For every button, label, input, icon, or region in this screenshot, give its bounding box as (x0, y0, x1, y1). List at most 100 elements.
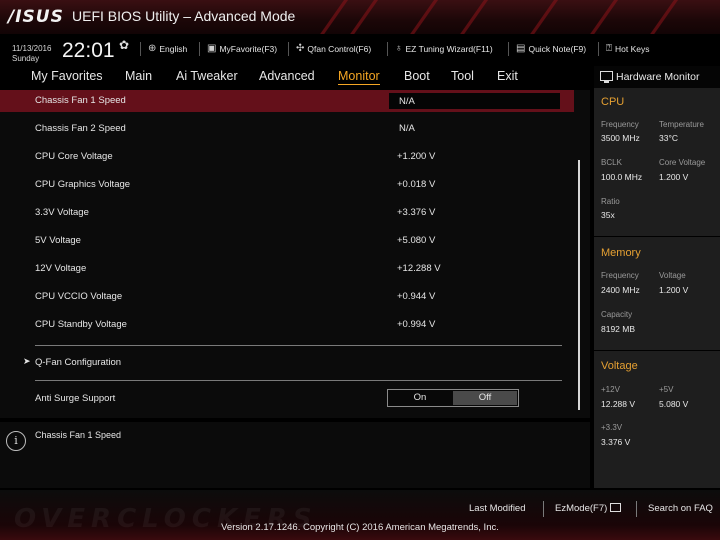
monitor-icon (600, 71, 613, 83)
language-label: English (159, 43, 188, 54)
row-value: +0.994 V (397, 319, 436, 330)
hardware-monitor-header: Hardware Monitor (594, 66, 720, 88)
hot-keys-button[interactable]: ⍰ Hot Keys (606, 43, 650, 54)
ezmode-button[interactable]: EzMode(F7) (555, 503, 622, 514)
fan-icon: ✣ (296, 43, 305, 54)
section-divider (594, 236, 720, 237)
hot-keys-label: Hot Keys (615, 43, 650, 54)
row-cpu-standby-voltage[interactable]: CPU Standby Voltage +0.994 V (0, 314, 574, 336)
hardware-monitor-title: Hardware Monitor (616, 71, 700, 83)
tab-boot[interactable]: Boot (404, 69, 430, 83)
quick-note-button[interactable]: ▤ Quick Note(F9) (516, 43, 586, 54)
decor-stripe (338, 0, 386, 34)
row-label: Chassis Fan 1 Speed (35, 95, 126, 106)
cpu-frequency-value: 3500 MHz (601, 133, 640, 143)
row-cpu-graphics-voltage[interactable]: CPU Graphics Voltage +0.018 V (0, 174, 574, 196)
row-label: CPU Core Voltage (35, 151, 113, 162)
row-cpu-vccio-voltage[interactable]: CPU VCCIO Voltage +0.944 V (0, 286, 574, 308)
row-label: CPU VCCIO Voltage (35, 291, 123, 302)
v12-value: 12.288 V (601, 399, 636, 409)
main-nav: My Favorites Main Ai Tweaker Advanced Mo… (0, 66, 592, 90)
divider (508, 42, 509, 56)
divider (140, 42, 141, 56)
decor-stripe (398, 0, 446, 34)
info-toolbar: 11/13/2016 Sunday 22:01 ✿ ⊕ English ▣ My… (0, 34, 720, 66)
v33-value: 3.376 V (601, 437, 631, 447)
row-value: +0.944 V (397, 291, 436, 302)
memory-voltage-label: Voltage (659, 271, 686, 280)
settings-panel: Chassis Fan 1 Speed N/A Chassis Fan 2 Sp… (0, 90, 590, 418)
qfan-label: Qfan Control(F6) (307, 43, 372, 54)
value-field: N/A (389, 93, 560, 109)
cpu-bclk-value: 100.0 MHz (601, 172, 643, 182)
memory-section-title: Memory (601, 247, 641, 259)
clock[interactable]: 22:01 (62, 39, 115, 63)
memory-capacity-value: 8192 MB (601, 324, 636, 334)
decor-stripe (448, 0, 496, 34)
help-panel: i Chassis Fan 1 Speed (0, 422, 590, 488)
tab-exit[interactable]: Exit (497, 69, 518, 83)
tab-monitor[interactable]: Monitor (338, 69, 380, 85)
memory-capacity-label: Capacity (601, 310, 633, 319)
row-cpu-core-voltage[interactable]: CPU Core Voltage +1.200 V (0, 146, 574, 168)
cpu-temperature-label: Temperature (659, 120, 704, 129)
tab-my-favorites[interactable]: My Favorites (31, 69, 103, 83)
tab-main[interactable]: Main (125, 69, 152, 83)
section-divider (35, 345, 562, 346)
row-q-fan-configuration[interactable]: ➤ Q-Fan Configuration (0, 352, 574, 374)
decor-stripe (638, 0, 686, 34)
memory-frequency-label: Frequency (601, 271, 639, 280)
language-button[interactable]: ⊕ English (148, 43, 187, 54)
help-icon: ⍰ (606, 43, 612, 54)
row-label: 5V Voltage (35, 235, 81, 246)
ez-tuning-button[interactable]: ♁ EZ Tuning Wizard(F11) (395, 43, 493, 54)
note-icon: ▤ (516, 43, 526, 54)
cpu-core-voltage-label: Core Voltage (659, 158, 706, 167)
hardware-monitor-panel: Hardware Monitor CPU Frequency 3500 MHz … (592, 66, 720, 488)
qfan-button[interactable]: ✣ Qfan Control(F6) (296, 43, 371, 54)
cpu-core-voltage-value: 1.200 V (659, 172, 689, 182)
divider (288, 42, 289, 56)
voltage-section-title: Voltage (601, 360, 638, 372)
toggle-off-option[interactable]: Off (453, 391, 517, 405)
day-text: Sunday (12, 54, 40, 63)
row-5v-voltage[interactable]: 5V Voltage +5.080 V (0, 230, 574, 252)
row-label: CPU Standby Voltage (35, 319, 127, 330)
row-value: +12.288 V (397, 263, 441, 274)
row-value: +0.018 V (397, 179, 436, 190)
gear-icon[interactable]: ✿ (119, 38, 129, 52)
copyright-text: Version 2.17.1246. Copyright (C) 2016 Am… (221, 522, 499, 533)
submenu-label: Q-Fan Configuration (35, 357, 122, 368)
myfavorite-button[interactable]: ▣ MyFavorite(F3) (207, 43, 277, 54)
tab-advanced[interactable]: Advanced (259, 69, 315, 83)
help-text: Chassis Fan 1 Speed (35, 430, 122, 440)
row-value: N/A (399, 96, 415, 107)
cpu-frequency-label: Frequency (601, 120, 639, 129)
row-label: CPU Graphics Voltage (35, 179, 131, 190)
last-modified-button[interactable]: Last Modified (469, 503, 526, 514)
toggle-on-option[interactable]: On (388, 390, 452, 406)
scrollbar[interactable] (578, 160, 580, 410)
row-value: +3.376 V (397, 207, 436, 218)
row-label: Anti Surge Support (35, 393, 116, 404)
anti-surge-toggle[interactable]: On Off (387, 389, 519, 407)
info-icon: i (6, 431, 26, 451)
row-3v3-voltage[interactable]: 3.3V Voltage +3.376 V (0, 202, 574, 224)
section-divider (35, 380, 562, 381)
globe-icon: ⊕ (148, 43, 157, 54)
v5-value: 5.080 V (659, 399, 689, 409)
row-12v-voltage[interactable]: 12V Voltage +12.288 V (0, 258, 574, 280)
tab-ai-tweaker[interactable]: Ai Tweaker (176, 69, 238, 83)
tab-tool[interactable]: Tool (451, 69, 474, 83)
row-anti-surge-support: Anti Surge Support On Off (0, 388, 574, 410)
cpu-temperature-value: 33°C (659, 133, 678, 143)
myfavorite-label: MyFavorite(F3) (219, 43, 278, 54)
cpu-ratio-value: 35x (601, 210, 615, 220)
divider (598, 42, 599, 56)
cpu-section-title: CPU (601, 96, 625, 108)
row-chassis-fan-1[interactable]: Chassis Fan 1 Speed N/A (0, 90, 574, 112)
cpu-bclk-label: BCLK (601, 158, 622, 167)
search-faq-button[interactable]: Search on FAQ (648, 503, 713, 514)
favorite-icon: ▣ (207, 43, 217, 54)
row-chassis-fan-2[interactable]: Chassis Fan 2 Speed N/A (0, 118, 574, 140)
